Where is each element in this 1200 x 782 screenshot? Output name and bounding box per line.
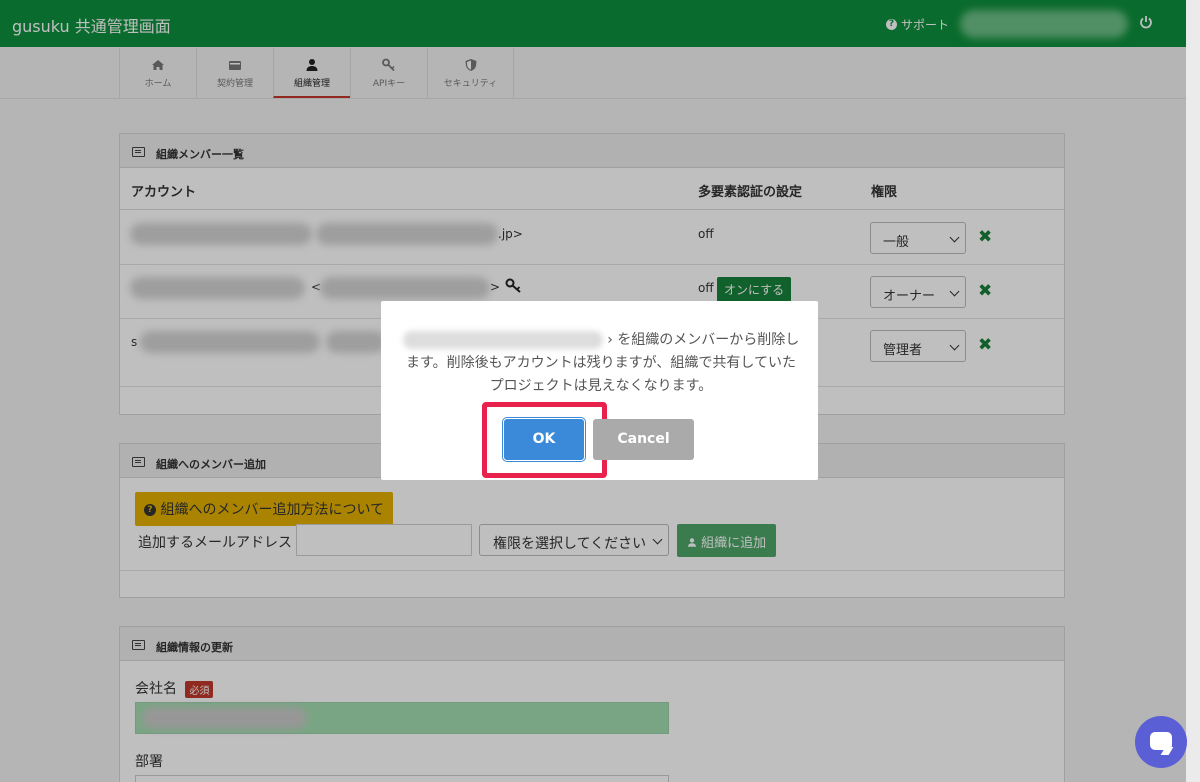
- cancel-button[interactable]: Cancel: [593, 419, 694, 460]
- chat-widget-button[interactable]: [1135, 716, 1187, 768]
- confirm-dialog: › を組織のメンバーから削除します。削除後もアカウントは残りますが、組織で共有し…: [381, 301, 818, 480]
- scrollbar[interactable]: [1186, 0, 1200, 782]
- redacted-account: [402, 331, 603, 349]
- dialog-message: › を組織のメンバーから削除します。削除後もアカウントは残りますが、組織で共有し…: [401, 329, 801, 398]
- ok-button[interactable]: OK: [504, 419, 584, 460]
- message-bracket: ›: [607, 332, 613, 348]
